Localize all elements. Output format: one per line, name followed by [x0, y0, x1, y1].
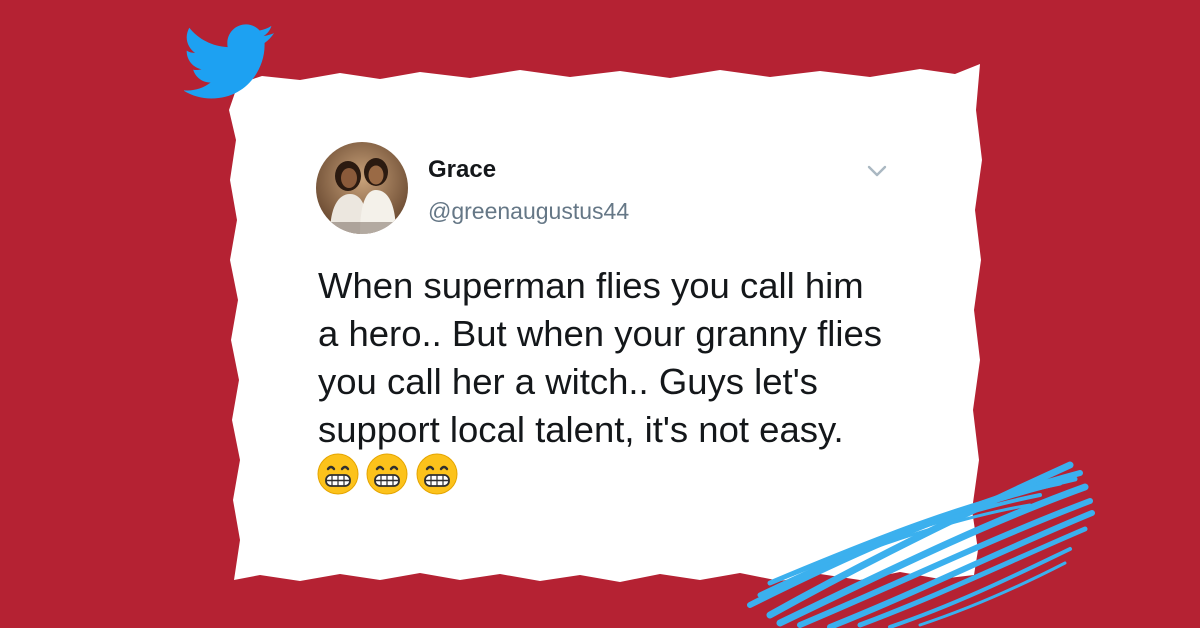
grinning-face-emoji — [317, 453, 359, 495]
tweet-text: When superman flies you call him a hero.… — [318, 265, 883, 450]
author-name[interactable]: Grace — [428, 156, 496, 184]
graphic-canvas: Grace @greenaugustus44 When superman fli… — [0, 0, 1200, 628]
author-handle[interactable]: @greenaugustus44 — [428, 198, 629, 225]
chevron-down-icon[interactable] — [864, 160, 890, 182]
grinning-face-emoji — [366, 453, 408, 495]
avatar[interactable] — [316, 142, 408, 234]
grinning-face-emoji — [416, 453, 458, 495]
blue-scribble-decoration — [747, 461, 1095, 628]
profile-photo — [316, 142, 408, 234]
emoji-row — [316, 452, 460, 496]
